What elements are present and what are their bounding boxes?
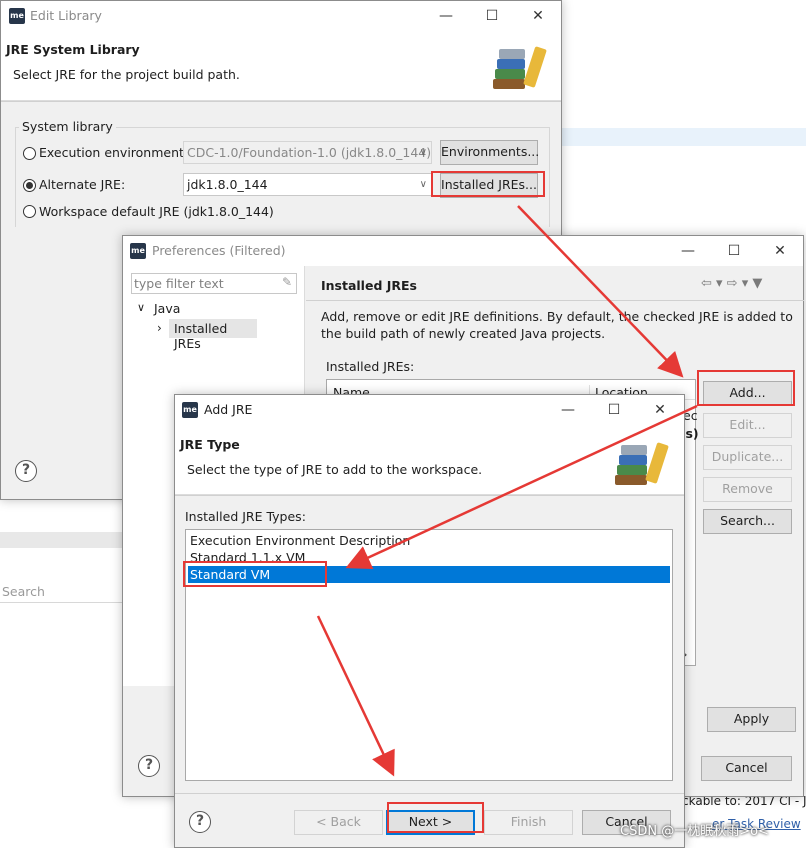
arrow-to-next-button <box>316 615 395 777</box>
annotation-arrows <box>316 205 698 777</box>
arrow-to-add-button <box>517 205 684 378</box>
arrow-to-standard-vm <box>345 404 698 569</box>
